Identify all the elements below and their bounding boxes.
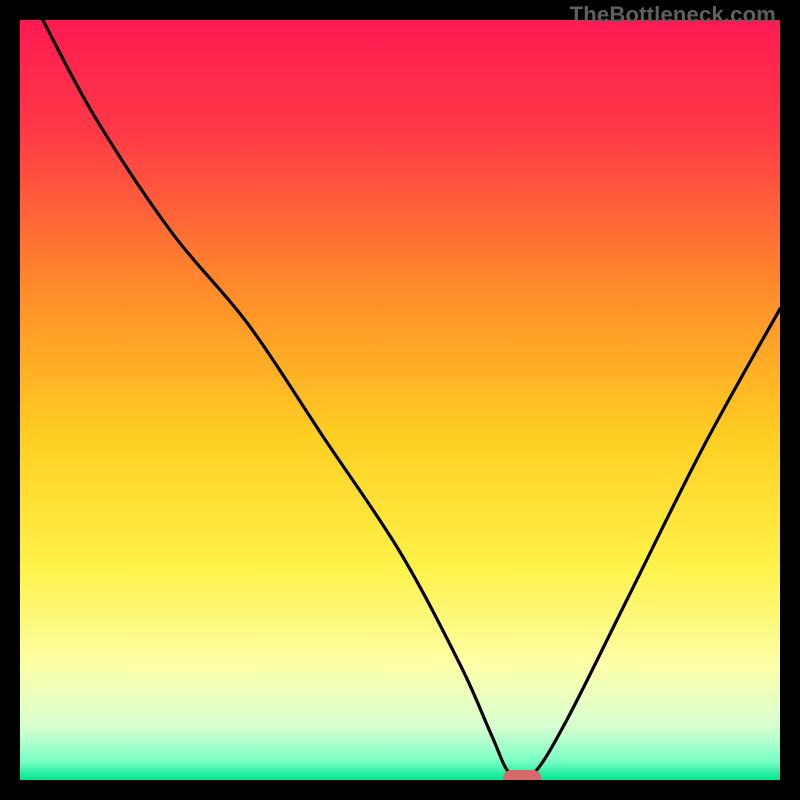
plot-area <box>20 20 780 780</box>
bottleneck-curve <box>20 20 780 780</box>
watermark-text: TheBottleneck.com <box>570 2 776 28</box>
optimal-marker <box>503 770 541 780</box>
chart-frame: TheBottleneck.com <box>0 0 800 800</box>
